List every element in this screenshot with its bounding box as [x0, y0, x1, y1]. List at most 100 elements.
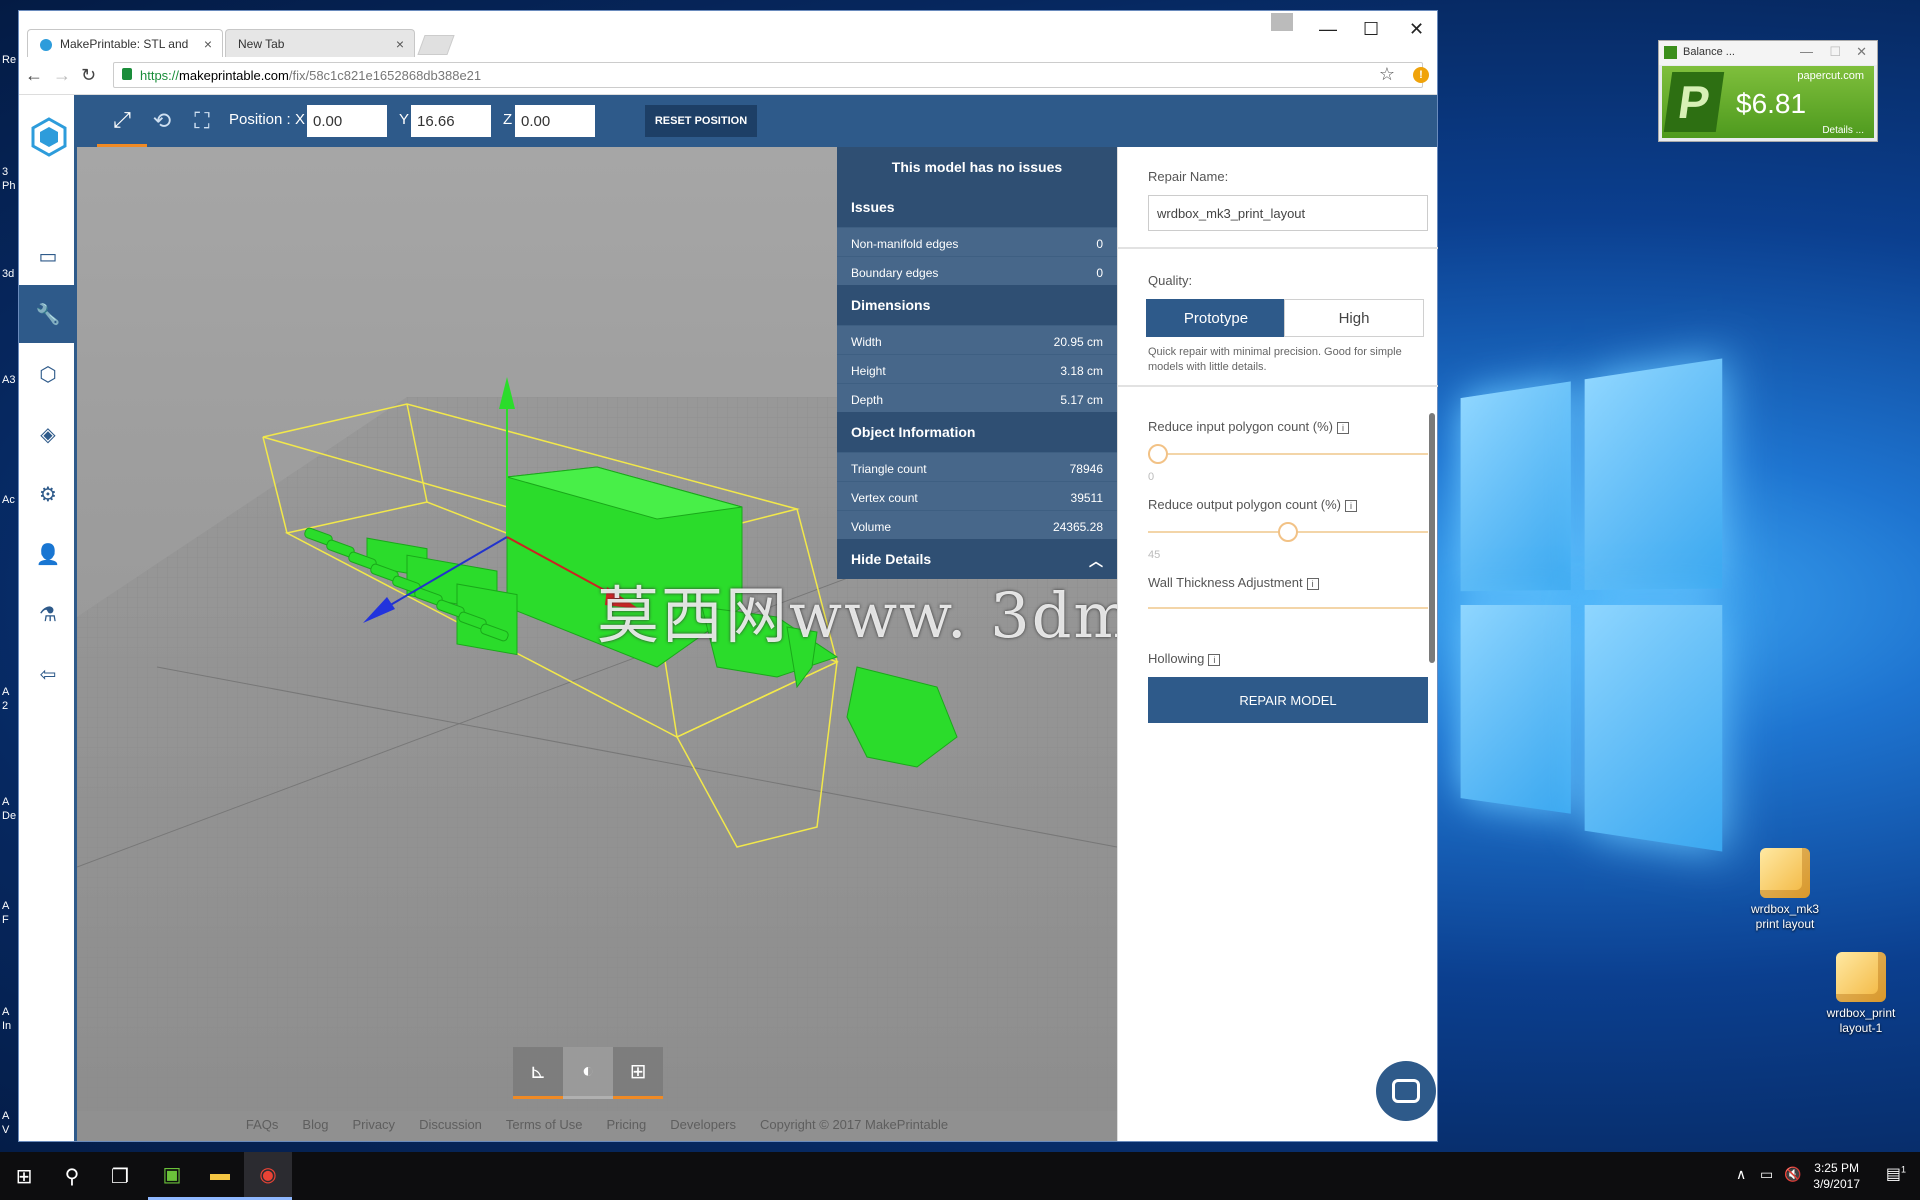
maximize-icon[interactable]: ☐	[1363, 19, 1379, 40]
detail-label: Width	[851, 335, 882, 349]
new-tab-button[interactable]	[417, 35, 455, 55]
repair-name-input[interactable]: wrdbox_mk3_print_layout	[1148, 195, 1428, 231]
desktop-edge-label: A	[2, 686, 10, 698]
close-icon[interactable]: ✕	[1409, 19, 1424, 40]
detail-value: 0	[1096, 266, 1103, 280]
quality-label: Quality:	[1148, 273, 1193, 288]
wall-thickness-slider[interactable]	[1148, 607, 1428, 609]
magnet-button[interactable]: ◐	[563, 1047, 613, 1099]
chat-button[interactable]	[1376, 1061, 1436, 1121]
position-z-input[interactable]	[515, 105, 595, 137]
makeprintable-logo-icon[interactable]	[29, 117, 69, 157]
reduce-input-slider[interactable]	[1148, 444, 1428, 464]
volume-muted-icon[interactable]: 🔇	[1784, 1166, 1801, 1183]
repair-model-button[interactable]: REPAIR MODEL	[1148, 677, 1428, 723]
desktop-edge-label: A	[2, 900, 10, 912]
detail-value: 0	[1096, 237, 1103, 251]
dimensions-heading: Dimensions	[837, 285, 1117, 325]
taskbar-papercut[interactable]: ▣	[148, 1152, 196, 1200]
url-scheme: https://	[140, 68, 180, 83]
extension-icon[interactable]: !	[1413, 67, 1429, 83]
hide-details-label: Hide Details	[851, 551, 932, 567]
papercut-link[interactable]: papercut.com	[1797, 70, 1864, 82]
footer-link-faqs[interactable]: FAQs	[246, 1117, 279, 1141]
footer-link-privacy[interactable]: Privacy	[352, 1117, 395, 1141]
cube-file-icon	[1760, 848, 1810, 898]
info-icon[interactable]: i	[1344, 499, 1357, 512]
hide-details-toggle[interactable]: Hide Details ︿	[837, 539, 1117, 579]
search-button[interactable]: ⚲	[48, 1152, 96, 1200]
footer-link-terms[interactable]: Terms of Use	[506, 1117, 583, 1141]
papercut-body: P papercut.com $6.81 Details ...	[1662, 66, 1874, 138]
quality-prototype-button[interactable]: Prototype	[1146, 299, 1286, 337]
footer-link-discussion[interactable]: Discussion	[419, 1117, 482, 1141]
info-icon[interactable]: i	[1208, 653, 1221, 666]
taskbar-chrome[interactable]: ◉	[244, 1152, 292, 1200]
sidebar-item-lab[interactable]: ⚗	[19, 585, 77, 643]
desktop-icon-label: wrdbox_print	[1826, 1006, 1896, 1020]
footer-link-developers[interactable]: Developers	[670, 1117, 736, 1141]
detail-label: Height	[851, 364, 886, 378]
slider-handle[interactable]	[1278, 522, 1298, 542]
notification-center[interactable]: ▤1	[1886, 1164, 1906, 1184]
tab-new-tab[interactable]: New Tab ×	[225, 29, 415, 57]
detail-value: 78946	[1069, 462, 1103, 476]
papercut-details-link[interactable]: Details ...	[1822, 125, 1864, 136]
desktop-icon-wrdbox-mk3[interactable]: wrdbox_mk3 print layout	[1730, 848, 1840, 932]
axes-view-button[interactable]: ⊾	[513, 1047, 563, 1099]
task-view-button[interactable]: ❐	[96, 1152, 144, 1200]
back-icon[interactable]: ←	[25, 65, 43, 86]
wall-thickness-label-text: Wall Thickness Adjustment	[1148, 575, 1303, 590]
bookmark-star-icon[interactable]: ☆	[1379, 64, 1395, 85]
desktop-icon-wrdbox-print[interactable]: wrdbox_print layout-1	[1806, 952, 1916, 1036]
network-icon[interactable]: ▭	[1760, 1166, 1773, 1183]
detail-row: Depth 5.17 cm	[837, 383, 1117, 412]
scale-tool-button[interactable]: ⛶	[177, 95, 227, 147]
quality-high-button[interactable]: High	[1284, 299, 1424, 337]
sidebar-item-model[interactable]: ⬡	[19, 345, 77, 403]
sidebar-item-repair[interactable]: 🔧	[19, 285, 77, 343]
forward-icon[interactable]: →	[53, 65, 71, 86]
papercut-titlebar: Balance ... — ☐ ✕	[1659, 41, 1877, 65]
papercut-small-icon	[1664, 46, 1677, 59]
footer-link-pricing[interactable]: Pricing	[607, 1117, 647, 1141]
sidebar-item-mesh[interactable]: ◈	[19, 405, 77, 463]
taskbar-clock[interactable]: 3:25 PM 3/9/2017	[1813, 1160, 1860, 1192]
cube-icon: ⬡	[39, 363, 57, 386]
sidebar-item-viewer[interactable]: ▭	[19, 227, 77, 285]
position-x-input[interactable]	[307, 105, 387, 137]
panel-scrollbar[interactable]	[1429, 413, 1435, 663]
tab-label: MakePrintable: STL and	[60, 37, 189, 51]
close-icon[interactable]: ✕	[1856, 44, 1867, 60]
tab-close-icon[interactable]: ×	[396, 36, 404, 52]
grid-toggle-button[interactable]: ⊞	[613, 1047, 663, 1099]
sidebar-item-logout[interactable]: ⇦	[19, 645, 77, 703]
position-y-input[interactable]	[411, 105, 491, 137]
hollowing-label-text: Hollowing	[1148, 651, 1205, 666]
tab-makeprintable[interactable]: MakePrintable: STL and ×	[27, 29, 223, 57]
reduce-output-slider[interactable]	[1148, 522, 1428, 542]
papercut-widget: Balance ... — ☐ ✕ P papercut.com $6.81 D…	[1658, 40, 1878, 142]
reset-position-button[interactable]: RESET POSITION	[645, 105, 757, 137]
info-icon[interactable]: i	[1306, 577, 1319, 590]
task-view-icon: ❐	[111, 1165, 129, 1188]
sidebar-item-account[interactable]: 👤	[19, 525, 77, 583]
sidebar-item-settings[interactable]: ⚙	[19, 465, 77, 523]
reduce-output-value: 45	[1148, 549, 1161, 561]
taskbar-file-explorer[interactable]: ▬	[196, 1152, 244, 1200]
minimize-icon[interactable]: —	[1319, 19, 1337, 40]
url-input[interactable]: https://makeprintable.com/fix/58c1c821e1…	[113, 62, 1423, 88]
tab-bar: MakePrintable: STL and × New Tab × — ☐ ✕	[19, 11, 1437, 57]
minimize-icon[interactable]: —	[1800, 44, 1813, 59]
chat-icon	[1392, 1079, 1420, 1103]
slider-handle[interactable]	[1148, 444, 1168, 464]
tab-close-icon[interactable]: ×	[204, 36, 212, 52]
info-icon[interactable]: i	[1337, 421, 1350, 434]
3d-viewport[interactable]: 莫西网www. 3dmox. com This model has no iss…	[77, 147, 1117, 1141]
start-button[interactable]: ⊞	[0, 1152, 48, 1200]
view-controls: ⊾ ◐ ⊞	[513, 1047, 663, 1099]
reload-icon[interactable]: ↻	[81, 65, 96, 86]
tray-chevron-icon[interactable]: ∧	[1736, 1166, 1746, 1183]
profile-icon[interactable]	[1271, 13, 1293, 31]
footer-link-blog[interactable]: Blog	[302, 1117, 328, 1141]
